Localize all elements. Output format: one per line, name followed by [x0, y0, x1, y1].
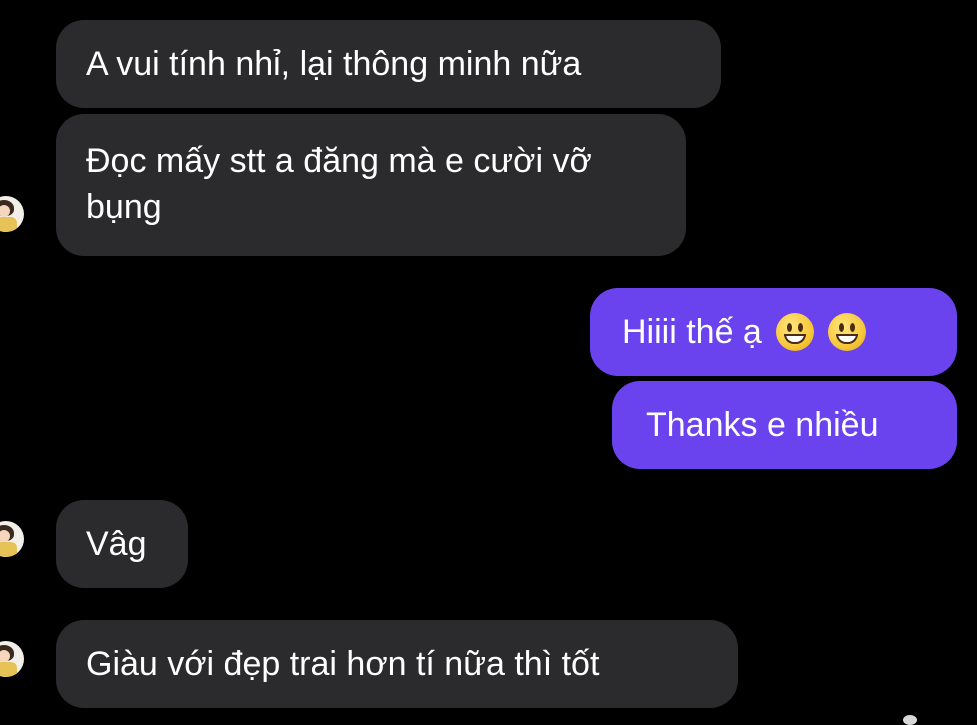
message-text: Giàu với đẹp trai hơn tí nữa thì tốt	[86, 645, 600, 683]
message-bubble-outgoing[interactable]: Thanks e nhiều	[612, 381, 957, 469]
contact-avatar[interactable]	[0, 196, 24, 232]
message-bubble-outgoing[interactable]: Hiiii thế ạ	[590, 288, 957, 376]
message-bubble-incoming[interactable]: Giàu với đẹp trai hơn tí nữa thì tốt	[56, 620, 738, 708]
message-bubble-incoming[interactable]: Đọc mấy stt a đăng mà e cười vỡ bụng	[56, 114, 686, 256]
message-text: A vui tính nhỉ, lại thông minh nữa	[86, 45, 582, 83]
message-text: Đọc mấy stt a đăng mà e cười vỡ bụng	[86, 142, 592, 226]
avatar-body	[0, 217, 17, 232]
message-bubble-incoming[interactable]: A vui tính nhỉ, lại thông minh nữa	[56, 20, 721, 108]
partial-reaction-icon	[903, 715, 917, 725]
message-text: Thanks e nhiều	[646, 406, 879, 444]
grinning-face-icon	[775, 313, 814, 351]
message-bubble-incoming[interactable]: Vâg	[56, 500, 188, 588]
grinning-face-icon	[827, 313, 866, 351]
message-text: Vâg	[86, 525, 147, 563]
message-text: Hiiii thế ạ	[622, 313, 762, 351]
avatar-body	[0, 662, 17, 677]
avatar-body	[0, 542, 17, 557]
contact-avatar[interactable]	[0, 521, 24, 557]
contact-avatar[interactable]	[0, 641, 24, 677]
